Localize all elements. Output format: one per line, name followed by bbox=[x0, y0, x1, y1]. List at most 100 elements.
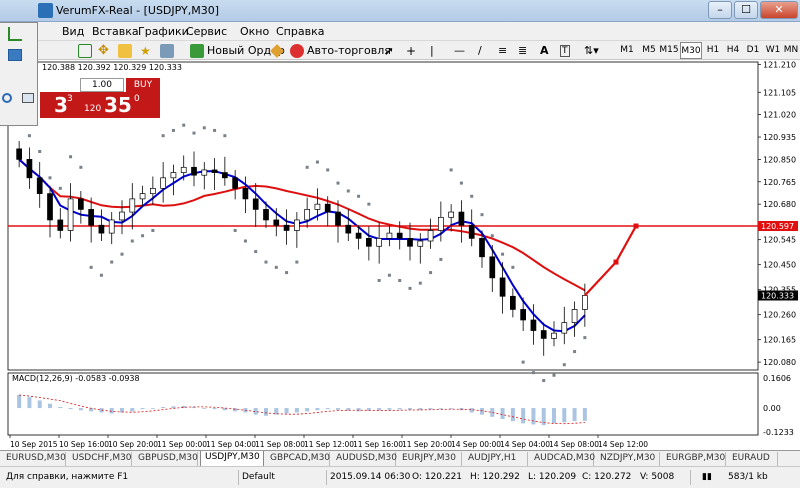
crosshair-tool-button[interactable]: + bbox=[406, 42, 416, 59]
candle-body bbox=[47, 193, 53, 221]
menu-insert[interactable]: Вставка bbox=[92, 25, 139, 38]
sar-dot bbox=[161, 134, 165, 138]
candle-body bbox=[376, 238, 382, 247]
tf-m1[interactable]: M1 bbox=[616, 42, 638, 59]
folder-button[interactable] bbox=[118, 42, 132, 59]
minimize-button[interactable]: – bbox=[708, 1, 732, 19]
lot-size-input[interactable]: 1.00 bbox=[80, 78, 124, 92]
chart-tab[interactable]: EURGBP,M30 bbox=[662, 452, 726, 466]
menu-view[interactable]: Вид bbox=[62, 25, 84, 38]
menu-help[interactable]: Справка bbox=[276, 25, 324, 38]
chart-tab[interactable]: EURJPY,M30 bbox=[398, 452, 462, 466]
zoom-in-button[interactable] bbox=[78, 42, 92, 59]
maximize-button[interactable]: ☐ bbox=[734, 1, 758, 19]
menu-window[interactable]: Окно bbox=[240, 25, 269, 38]
candle-body bbox=[417, 240, 424, 247]
chart-tab[interactable]: GBPUSD,M30 bbox=[134, 452, 198, 466]
candle-body bbox=[355, 232, 362, 239]
data-window-icon[interactable] bbox=[8, 49, 22, 61]
macd-bar bbox=[305, 408, 310, 412]
sar-dot bbox=[357, 194, 361, 198]
chart-tab[interactable]: AUDUSD,M30 bbox=[332, 452, 397, 466]
time-label: 10 Sep 2015 bbox=[10, 440, 58, 449]
price-tick-label: 120.260 bbox=[763, 311, 796, 320]
tf-mn[interactable]: MN bbox=[780, 42, 800, 59]
price-tick-label: 120.850 bbox=[763, 155, 796, 164]
horizontal-line-button[interactable]: — bbox=[454, 42, 465, 59]
history-icon[interactable] bbox=[2, 93, 12, 103]
macd-bar bbox=[552, 408, 556, 424]
fibo-button[interactable]: ≣ bbox=[518, 42, 527, 59]
chart-tab[interactable]: NZDJPY,M30 bbox=[596, 452, 660, 466]
sar-dot bbox=[79, 165, 83, 169]
time-label: 10 Sep 20:00 bbox=[108, 440, 158, 449]
chart-tab[interactable]: EURUSD,M30 bbox=[2, 452, 66, 466]
strategy-tester-icon[interactable] bbox=[22, 93, 34, 103]
macd-bar bbox=[17, 394, 22, 409]
candle-body bbox=[468, 224, 475, 239]
candle-body bbox=[160, 177, 166, 189]
sar-dot bbox=[521, 360, 525, 364]
label-button[interactable]: T bbox=[560, 42, 570, 59]
candle-body bbox=[232, 177, 238, 189]
chart-tab[interactable]: USDCHF,M30 bbox=[68, 452, 132, 466]
buy-price-box[interactable]: 120 35 0 bbox=[76, 92, 160, 118]
sar-dot bbox=[120, 252, 124, 256]
buy-button[interactable]: BUY bbox=[126, 78, 160, 92]
terminal-button[interactable] bbox=[160, 42, 174, 59]
sar-dot bbox=[531, 371, 535, 375]
editor-icon bbox=[270, 43, 284, 58]
arrows-icon: ⇅▾ bbox=[584, 44, 599, 57]
tf-m30[interactable]: M30 bbox=[680, 42, 702, 59]
menu-charts[interactable]: Графики bbox=[138, 25, 189, 38]
macd-bar bbox=[572, 408, 577, 422]
text-button[interactable]: A bbox=[540, 42, 549, 59]
sar-dot bbox=[171, 128, 175, 132]
chart-tab[interactable]: USDJPY,M30 bbox=[200, 451, 264, 467]
sar-dot bbox=[130, 239, 134, 243]
arrows-button[interactable]: ⇅▾ bbox=[584, 42, 599, 59]
move-icon: ✥ bbox=[98, 42, 109, 58]
candle-body bbox=[304, 209, 310, 221]
tf-h4[interactable]: H4 bbox=[722, 42, 744, 59]
vertical-line-button[interactable]: | bbox=[430, 42, 434, 59]
market-watch-icon[interactable] bbox=[8, 27, 22, 41]
sar-dot bbox=[583, 336, 587, 340]
ma-fast-line bbox=[18, 158, 586, 333]
new-order-icon bbox=[190, 43, 204, 58]
navigator-button[interactable]: ★ bbox=[140, 42, 154, 59]
macd-bar bbox=[387, 408, 392, 410]
chart-tab[interactable]: EURAUD bbox=[728, 452, 778, 466]
projection-point bbox=[613, 259, 619, 265]
tf-m5[interactable]: M5 bbox=[638, 42, 660, 59]
status-volume: V: 5008 bbox=[640, 472, 675, 482]
tf-m15[interactable]: M15 bbox=[658, 42, 680, 59]
price-chart[interactable]: MACD(12,26,9) -0.0583 -0.0938 0.1606 0.00 -… bbox=[0, 60, 800, 450]
channel-button[interactable]: ≡ bbox=[498, 42, 507, 59]
cursor-button[interactable]: ➚ bbox=[384, 42, 394, 59]
macd-signal-line bbox=[19, 394, 585, 425]
crosshair-button[interactable]: ✥ bbox=[98, 42, 112, 59]
tf-h1[interactable]: H1 bbox=[702, 42, 724, 59]
tf-d1[interactable]: D1 bbox=[742, 42, 764, 59]
candle-body bbox=[489, 256, 496, 279]
floating-toolbar bbox=[0, 22, 38, 126]
chart-tab[interactable]: AUDJPY,H1 bbox=[464, 452, 528, 466]
chart-tab[interactable]: GBPCAD,M30 bbox=[266, 452, 330, 466]
meta-editor-button[interactable] bbox=[270, 42, 284, 59]
sell-price-sup: 3 bbox=[67, 94, 73, 104]
chart-window[interactable]: MACD(12,26,9) -0.0583 -0.0938 0.1606 0.00 -… bbox=[0, 60, 800, 450]
macd-bar bbox=[428, 408, 433, 410]
close-button[interactable]: ✕ bbox=[760, 1, 798, 19]
auto-trading-button[interactable]: Авто-торговля bbox=[290, 42, 391, 59]
menu-tools[interactable]: Сервис bbox=[186, 25, 227, 38]
sell-price-box[interactable]: 3 3 bbox=[40, 92, 76, 118]
trendline-button[interactable]: / bbox=[478, 42, 482, 59]
price-tick-label: 120.680 bbox=[763, 200, 796, 209]
candle-body bbox=[67, 198, 74, 231]
sar-dot bbox=[429, 271, 433, 275]
candle-body bbox=[139, 193, 146, 200]
macd-bar bbox=[438, 408, 443, 409]
chart-tab[interactable]: AUDCAD,M30 bbox=[530, 452, 595, 466]
macd-bar bbox=[58, 406, 63, 409]
